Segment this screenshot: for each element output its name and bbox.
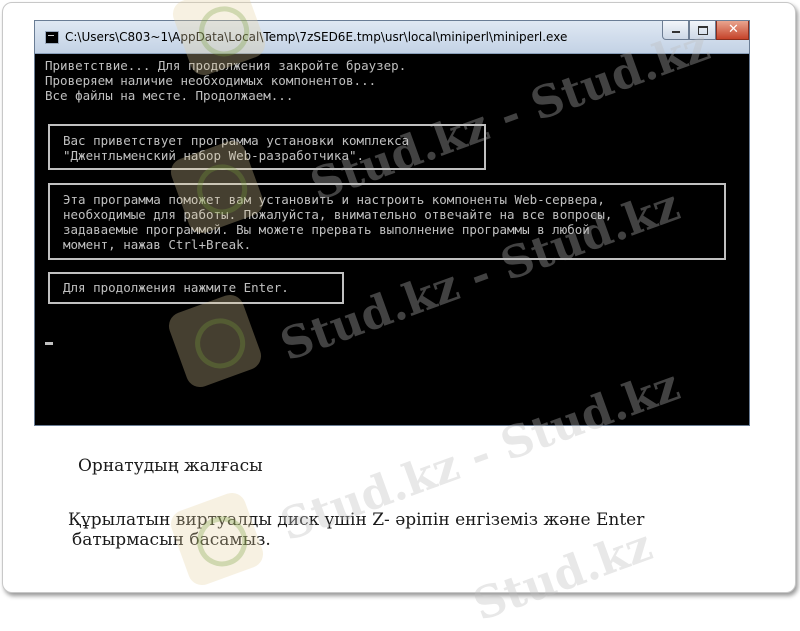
info-line: необходимые для работы. Пожалуйста, вним… [63,207,613,222]
close-icon: ✕ [728,22,739,37]
maximize-button[interactable] [689,21,716,40]
welcome-line: "Джентльменский набор Web-разработчика". [63,148,365,163]
console-output[interactable]: Приветствие... Для продолжения закройте … [35,54,749,425]
instruction-line: Құрылатын виртуалды диск үшін Z- әріпін … [68,510,645,530]
slide-caption: Орнатудың жалғасы [78,456,263,476]
prompt-line: Для продолжения нажмите Enter. [63,280,289,295]
maximize-icon [698,26,708,35]
close-button[interactable]: ✕ [716,21,749,40]
welcome-line: Вас приветствует программа установки ком… [63,133,410,148]
info-line: момент, нажав Ctrl+Break. [63,237,252,252]
console-line: Все файлы на месте. Продолжаем... [45,88,294,103]
minimize-button[interactable] [662,21,689,40]
info-line: Эта программа поможет вам установить и н… [63,192,605,207]
welcome-box: Вас приветствует программа установки ком… [48,124,486,170]
console-line: Приветствие... Для продолжения закройте … [45,58,407,73]
console-line: Проверяем наличие необходимых компоненто… [45,73,377,88]
instruction-line: батырмасын басамыз. [72,530,271,550]
console-window[interactable]: C:\Users\C803~1\AppData\Local\Temp\7zSED… [34,20,750,426]
minimize-icon [672,31,680,33]
info-box: Эта программа поможет вам установить и н… [48,183,726,260]
slide-instruction: Құрылатын виртуалды диск үшін Z- әріпін … [68,510,748,550]
prompt-box: Для продолжения нажмите Enter. [48,272,344,304]
console-app-icon[interactable] [45,31,59,44]
info-line: задаваемые программой. Вы можете прерват… [63,222,590,237]
window-title: C:\Users\C803~1\AppData\Local\Temp\7zSED… [65,30,568,44]
text-cursor [45,342,53,345]
window-titlebar[interactable]: C:\Users\C803~1\AppData\Local\Temp\7zSED… [35,21,749,54]
